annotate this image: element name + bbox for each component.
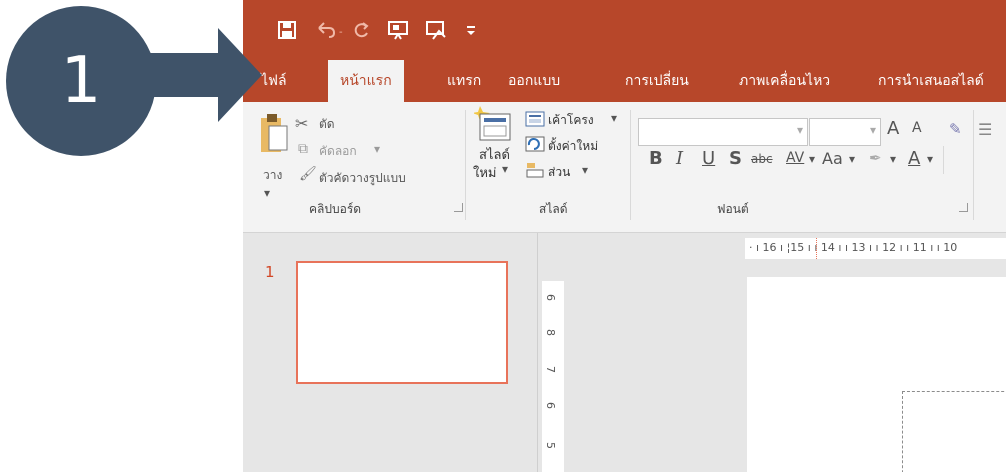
character-spacing-button[interactable]: AV [786, 150, 804, 166]
clear-formatting-icon[interactable]: ✎ [949, 120, 962, 138]
horizontal-ruler-ticks: · ı 16 ı ¦15 ı ı 14 ı ı 13 ı ı 12 ı ı 11… [749, 241, 958, 254]
group-divider [465, 110, 466, 220]
new-slide-label-line2[interactable]: ใหม่ [473, 162, 497, 183]
layout-icon[interactable] [525, 111, 545, 131]
shadow-button[interactable]: S [729, 148, 742, 169]
redo-icon[interactable] [351, 18, 373, 42]
clipboard-group-label: คลิปบอร์ด [309, 202, 362, 216]
cut-label[interactable]: ตัด [319, 115, 335, 134]
copy-dropdown-icon[interactable]: ▾ [374, 142, 380, 156]
highlight-dropdown-icon[interactable]: ▾ [890, 152, 896, 166]
font-size-dropdown-icon[interactable]: ▾ [870, 123, 876, 137]
new-slide-dropdown-icon[interactable]: ▾ [502, 162, 508, 176]
underline-button[interactable]: U [702, 148, 715, 169]
title-bar: - [243, 0, 1006, 60]
callout-arrow-icon [140, 28, 262, 122]
group-divider [630, 110, 631, 220]
grow-font-icon[interactable]: A [887, 118, 899, 139]
tab-animations[interactable]: ภาพเคลื่อนไหว [739, 60, 830, 102]
slides-group-label: สไลด์ [539, 202, 568, 216]
vertical-ruler: 6 8 7 6 5 [542, 281, 564, 472]
paste-dropdown-icon[interactable]: ▾ [264, 186, 270, 200]
step-callout-number: 1 [60, 44, 102, 118]
paste-label[interactable]: วาง [263, 166, 282, 185]
bullets-icon[interactable]: ☰ [978, 120, 992, 139]
content-placeholder[interactable] [902, 391, 1006, 472]
copy-icon[interactable]: ⧉ [298, 141, 308, 157]
tab-slide-show[interactable]: การนำเสนอสไลด์ [878, 60, 984, 102]
powerpoint-window: - ไฟล์ หน้าแรก แทรก ออกแบบ การเปลี่ยน ภา… [243, 0, 1006, 472]
save-icon[interactable] [277, 18, 297, 42]
present-from-start-icon[interactable] [387, 18, 409, 42]
svg-text:-: - [339, 27, 343, 38]
vruler-tick-label: 5 [544, 442, 557, 449]
undo-icon[interactable]: - [315, 18, 345, 42]
tab-insert[interactable]: แทรก [447, 60, 481, 102]
section-icon[interactable] [525, 162, 545, 182]
format-painter-label[interactable]: ตัวคัดวางรูปแบบ [319, 169, 406, 188]
section-label[interactable]: ส่วน [548, 163, 570, 182]
section-dropdown-icon[interactable]: ▾ [582, 163, 588, 177]
clipboard-dialog-launcher-icon[interactable] [454, 203, 463, 212]
font-name-combo[interactable]: ▾ [638, 118, 808, 146]
italic-button[interactable]: I [676, 148, 683, 169]
cut-icon[interactable]: ✂ [295, 114, 308, 133]
ruler-indent-marker[interactable] [816, 238, 817, 259]
font-color-dropdown-icon[interactable]: ▾ [927, 152, 933, 166]
bold-button[interactable]: B [649, 148, 663, 169]
shrink-font-icon[interactable]: A [912, 120, 922, 136]
highlight-icon[interactable]: ✒ [869, 149, 882, 167]
group-divider [943, 146, 944, 174]
format-painter-icon[interactable]: 🖌 [299, 166, 317, 182]
tab-transitions[interactable]: การเปลี่ยน [625, 60, 689, 102]
touch-mode-icon[interactable] [425, 18, 449, 42]
font-size-combo[interactable]: ▾ [809, 118, 881, 146]
slide-canvas[interactable] [747, 277, 1006, 472]
change-case-button[interactable]: Aa [822, 149, 843, 168]
vruler-tick-label: 8 [544, 329, 557, 336]
font-dialog-launcher-icon[interactable] [959, 203, 968, 212]
horizontal-ruler: · ı 16 ı ¦15 ı ı 14 ı ı 13 ı ı 12 ı ı 11… [745, 238, 1006, 259]
group-divider [973, 110, 974, 220]
tab-design[interactable]: ออกแบบ [508, 60, 560, 102]
ribbon: วาง ▾ ✂ ตัด ⧉ คัดลอก ▾ 🖌 ตัวคัดวางรูปแบบ… [243, 102, 1006, 233]
tab-home[interactable]: หน้าแรก [328, 60, 404, 102]
customize-qat-icon[interactable] [465, 18, 477, 42]
font-group-label: ฟอนต์ [717, 202, 749, 216]
slide-editor: · ı 16 ı ¦15 ı ı 14 ı ı 13 ı ı 12 ı ı 11… [538, 233, 1006, 472]
character-spacing-dropdown-icon[interactable]: ▾ [809, 152, 815, 166]
layout-label[interactable]: เค้าโครง [548, 111, 594, 130]
slide-thumbnail[interactable] [296, 261, 508, 384]
slide-number: 1 [265, 263, 275, 281]
copy-label[interactable]: คัดลอก [319, 142, 357, 161]
ribbon-tabs: ไฟล์ หน้าแรก แทรก ออกแบบ การเปลี่ยน ภาพเ… [243, 60, 1006, 102]
slide-thumbnails-pane: 1 [243, 233, 538, 472]
vruler-tick-label: 6 [544, 402, 557, 409]
new-slide-icon[interactable] [472, 104, 514, 148]
reset-icon[interactable] [525, 136, 545, 156]
change-case-dropdown-icon[interactable]: ▾ [849, 152, 855, 166]
font-name-dropdown-icon[interactable]: ▾ [797, 123, 803, 137]
strikethrough-button[interactable]: abc [751, 152, 773, 166]
reset-label[interactable]: ตั้งค่าใหม่ [548, 137, 598, 156]
vruler-tick-label: 6 [544, 294, 557, 301]
font-color-button[interactable]: A [908, 148, 920, 169]
vruler-tick-label: 7 [544, 366, 557, 373]
layout-dropdown-icon[interactable]: ▾ [611, 111, 617, 125]
